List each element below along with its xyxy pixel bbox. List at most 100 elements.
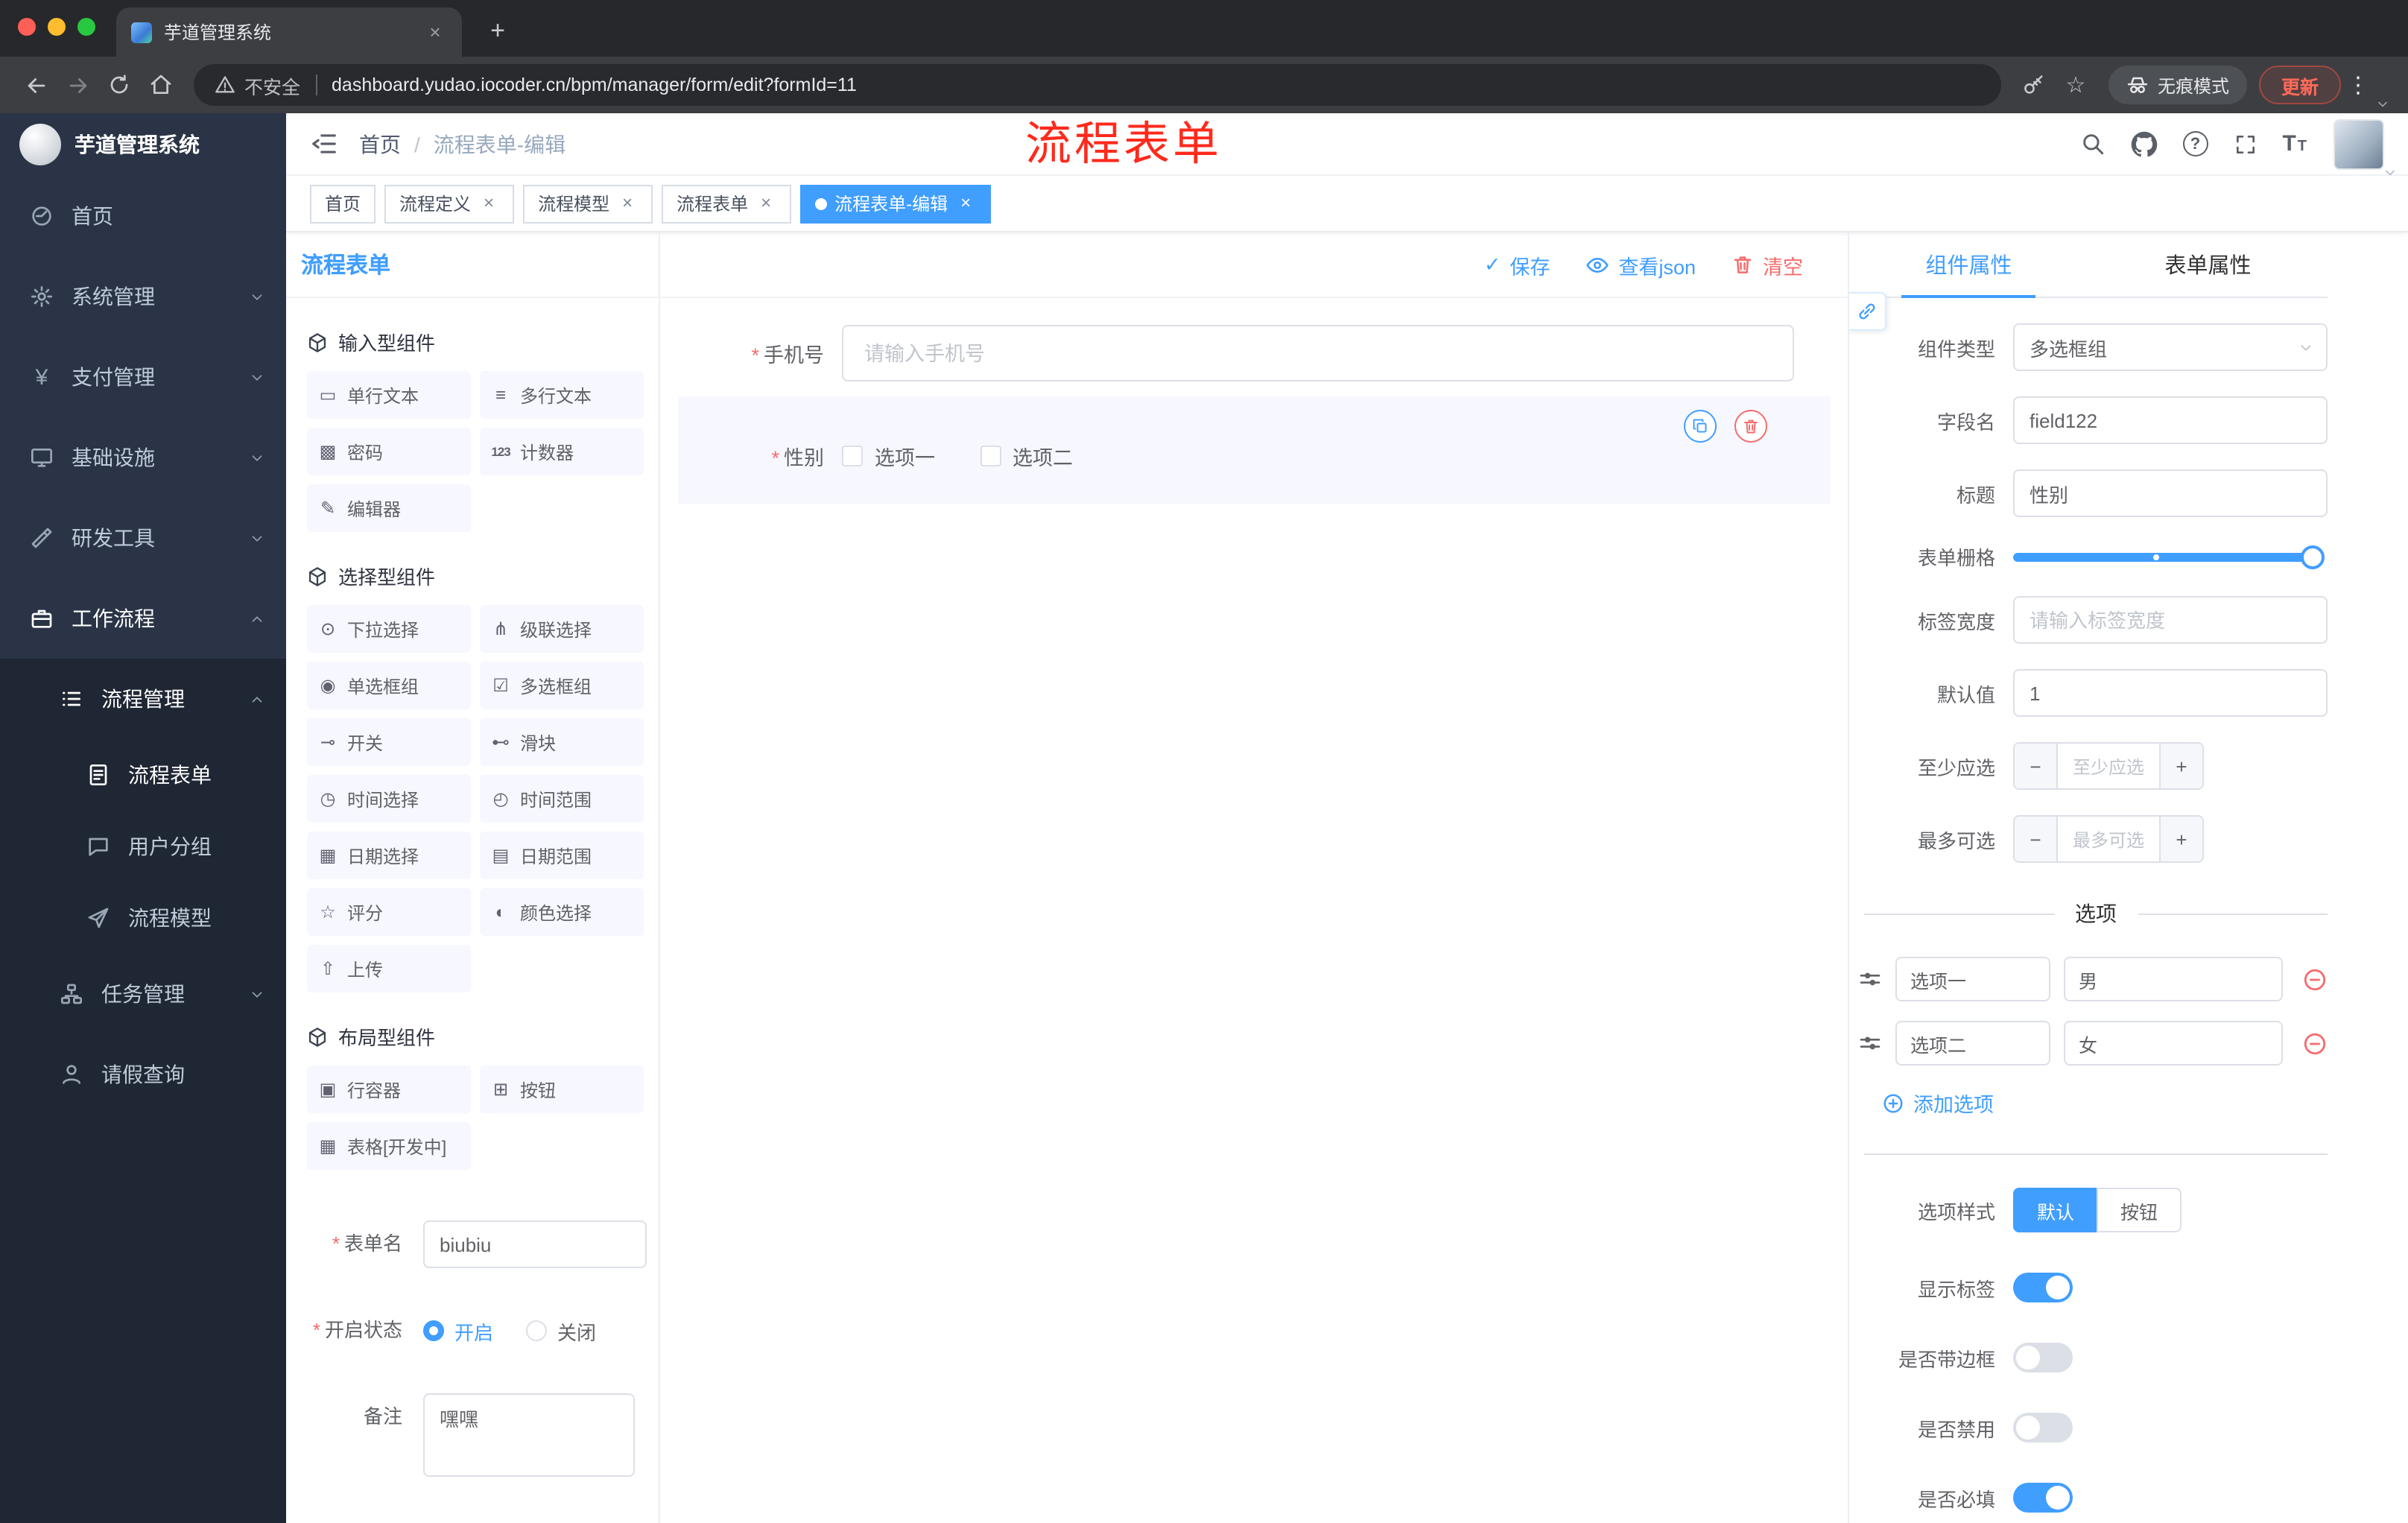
form-name-input[interactable]	[423, 1220, 647, 1268]
status-radio-off[interactable]: 关闭	[526, 1317, 596, 1345]
component-counter[interactable]: 123 计数器	[480, 428, 644, 475]
search-icon[interactable]	[2079, 131, 2105, 156]
gender-checkbox-option2[interactable]: 选项二	[980, 441, 1073, 471]
component-checkbox-group[interactable]: ☑ 多选框组	[480, 662, 644, 709]
component-cascader[interactable]: ⋔ 级联选择	[480, 605, 644, 653]
help-icon[interactable]: ?	[2182, 131, 2208, 156]
sidebar-item-process-mgmt[interactable]: 流程管理	[0, 659, 286, 739]
remove-option-icon[interactable]	[2302, 966, 2328, 992]
fullscreen-icon[interactable]	[2233, 132, 2257, 156]
canvas-field-phone[interactable]: 手机号	[678, 325, 1830, 381]
tag-close-icon[interactable]: ×	[478, 192, 499, 214]
option1-label-input[interactable]	[1895, 957, 2050, 1001]
forward-button[interactable]	[57, 64, 98, 106]
browser-menu-button[interactable]: ⋮	[2347, 72, 2369, 98]
sidebar-item-devtools[interactable]: 研发工具	[0, 498, 286, 578]
sidebar-item-system[interactable]: 系统管理	[0, 256, 286, 337]
reload-button[interactable]	[98, 64, 140, 106]
option2-value-input[interactable]	[2064, 1021, 2283, 1066]
component-date-picker[interactable]: ▦ 日期选择	[307, 832, 471, 879]
option1-value-input[interactable]	[2064, 957, 2283, 1001]
github-icon[interactable]	[2130, 130, 2157, 157]
user-avatar[interactable]	[2333, 118, 2384, 169]
component-date-range[interactable]: ▤ 日期范围	[480, 832, 644, 879]
remove-option-icon[interactable]	[2302, 1030, 2328, 1056]
component-upload[interactable]: ⇧ 上传	[307, 945, 471, 992]
browser-tab[interactable]: 芋道管理系统 ×	[116, 7, 462, 57]
window-zoom-button[interactable]	[77, 18, 95, 36]
tag-process-definition[interactable]: 流程定义 ×	[384, 184, 515, 223]
sidebar-item-infra[interactable]: 基础设施	[0, 417, 286, 498]
component-rate[interactable]: ☆ 评分	[307, 888, 471, 936]
stepper-decrease-button[interactable]: −	[2015, 817, 2058, 861]
tab-component-props[interactable]: 组件属性	[1849, 232, 2088, 298]
component-time-picker[interactable]: ◷ 时间选择	[307, 775, 471, 823]
clear-button[interactable]: 清空	[1731, 250, 1803, 279]
component-radio-group[interactable]: ◉ 单选框组	[307, 662, 471, 709]
component-single-text[interactable]: ▭ 单行文本	[307, 371, 471, 419]
tag-close-icon[interactable]: ×	[755, 192, 776, 214]
component-multi-text[interactable]: ≡ 多行文本	[480, 371, 644, 419]
stepper-increase-button[interactable]: +	[2159, 744, 2202, 788]
window-close-button[interactable]	[18, 18, 36, 36]
sidebar-item-process-form[interactable]: 流程表单	[0, 739, 286, 811]
tab-close-icon[interactable]: ×	[423, 20, 447, 44]
component-button[interactable]: ⊞ 按钮	[480, 1066, 644, 1113]
component-switch[interactable]: ⊸ 开关	[307, 718, 471, 766]
slider-handle[interactable]	[2301, 545, 2325, 569]
avatar-caret-icon[interactable]	[2383, 165, 2398, 180]
default-value-input[interactable]	[2013, 669, 2328, 717]
window-minimize-button[interactable]	[48, 18, 66, 36]
canvas-field-gender-selected[interactable]: 性别 选项一 选项二	[678, 396, 1830, 504]
status-radio-on[interactable]: 开启	[423, 1317, 493, 1345]
tag-home[interactable]: 首页	[310, 184, 376, 223]
component-select[interactable]: ⊙ 下拉选择	[307, 605, 471, 653]
sidebar-item-process-model[interactable]: 流程模型	[0, 882, 286, 954]
disabled-toggle[interactable]	[2013, 1413, 2073, 1443]
max-select-value[interactable]: 最多可选	[2058, 817, 2159, 861]
field-name-input[interactable]	[2013, 396, 2328, 444]
component-row-container[interactable]: ▣ 行容器	[307, 1066, 471, 1113]
save-button[interactable]: ✓ 保存	[1484, 250, 1550, 279]
grid-slider[interactable]	[2013, 545, 2325, 569]
sidebar-fold-icon[interactable]	[310, 130, 338, 158]
title-input[interactable]	[2013, 469, 2328, 517]
home-button[interactable]	[140, 64, 182, 106]
label-width-input[interactable]	[2013, 596, 2328, 644]
sidebar-item-task-mgmt[interactable]: 任务管理	[0, 954, 286, 1034]
new-tab-button[interactable]: +	[480, 16, 516, 46]
stepper-increase-button[interactable]: +	[2159, 817, 2202, 861]
component-time-range[interactable]: ◴ 时间范围	[480, 775, 644, 823]
bordered-toggle[interactable]	[2013, 1343, 2073, 1372]
delete-field-button[interactable]	[1734, 410, 1767, 443]
tab-form-props[interactable]: 表单属性	[2088, 232, 2328, 297]
component-table[interactable]: ▦ 表格[开发中]	[307, 1122, 471, 1170]
tag-process-form[interactable]: 流程表单 ×	[662, 184, 792, 223]
sidebar-item-leave-query[interactable]: 请假查询	[0, 1034, 286, 1115]
breadcrumb-home-link[interactable]: 首页	[359, 129, 401, 159]
add-option-button[interactable]: 添加选项	[1882, 1088, 2328, 1118]
component-type-select[interactable]: 多选框组	[2013, 323, 2328, 371]
font-size-icon[interactable]: TT	[2282, 131, 2308, 156]
show-label-toggle[interactable]	[2013, 1273, 2073, 1302]
chrome-caret-icon[interactable]	[2375, 97, 2390, 112]
sidebar-item-home[interactable]: 首页	[0, 176, 286, 256]
gender-checkbox-option1[interactable]: 选项一	[842, 441, 935, 471]
required-toggle[interactable]	[2013, 1483, 2073, 1513]
drag-handle-icon[interactable]	[1858, 967, 1882, 991]
sidebar-item-payment[interactable]: ¥ 支付管理	[0, 337, 286, 417]
tag-process-form-edit-active[interactable]: 流程表单-编辑 ×	[800, 184, 992, 223]
component-color-picker[interactable]: ◐ 颜色选择	[480, 888, 644, 936]
component-slider[interactable]: ⊷ 滑块	[480, 718, 644, 766]
view-json-button[interactable]: 查看json	[1585, 250, 1696, 279]
tag-process-model[interactable]: 流程模型 ×	[523, 184, 653, 223]
sidebar-item-workflow[interactable]: 工作流程	[0, 578, 286, 659]
component-editor[interactable]: ✎ 编辑器	[307, 484, 471, 532]
min-select-value[interactable]: 至少应选	[2058, 744, 2159, 788]
sidebar-item-user-group[interactable]: 用户分组	[0, 811, 286, 882]
address-bar[interactable]: 不安全 dashboard.yudao.iocoder.cn/bpm/manag…	[194, 64, 2001, 106]
stepper-decrease-button[interactable]: −	[2015, 744, 2058, 788]
duplicate-field-button[interactable]	[1684, 410, 1717, 443]
style-button-button[interactable]: 按钮	[2097, 1188, 2182, 1232]
bookmark-star-icon[interactable]: ☆	[2055, 64, 2097, 106]
